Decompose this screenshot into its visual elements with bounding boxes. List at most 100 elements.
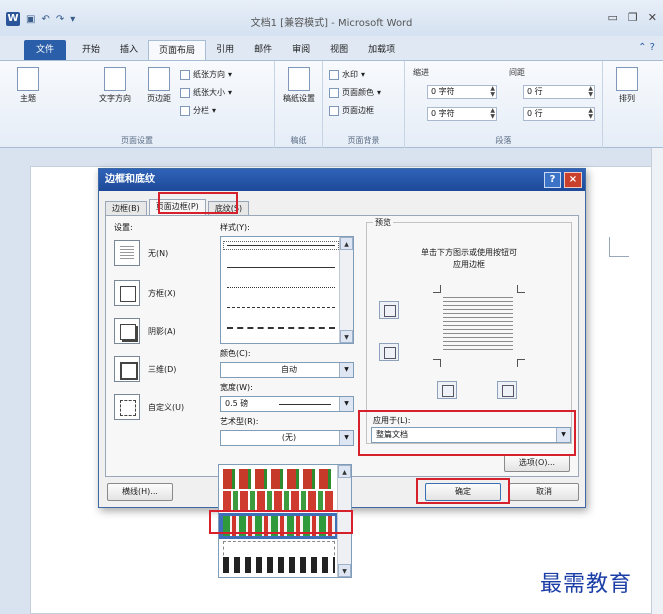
corner-mark — [517, 285, 525, 293]
dialog-close-button[interactable]: × — [564, 172, 582, 188]
restore-icon[interactable]: ❐ — [628, 11, 638, 24]
dialog-help-button[interactable]: ? — [544, 172, 561, 188]
chevron-down-icon: ▼ — [556, 428, 570, 442]
ribbon-help-icon[interactable]: ⌃ ? — [638, 42, 655, 53]
tab-borders[interactable]: 边框(B) — [105, 201, 147, 216]
indent-left-input[interactable]: 0 字符 ▲ ▼ — [427, 85, 497, 99]
art-option-people[interactable] — [223, 557, 335, 573]
page-border-panel: 设置: 无(N) 方框(X) 阴影(A) 三维(D) 自定义(U) 样式(Y): — [105, 215, 579, 477]
left-border-button[interactable] — [437, 381, 457, 399]
close-window-icon[interactable]: ✕ — [648, 11, 657, 24]
tab-mailings[interactable]: 邮件 — [244, 40, 282, 60]
margins-icon — [148, 67, 170, 91]
setting-none[interactable]: 无(N) — [114, 240, 168, 266]
orientation-icon — [180, 69, 190, 80]
corner-mark — [433, 359, 441, 367]
tab-view[interactable]: 视图 — [320, 40, 358, 60]
color-select[interactable]: 自动 ▼ — [220, 362, 354, 378]
group-label: 页面设置 — [121, 136, 153, 145]
art-scrollbar[interactable]: ▲ ▼ — [337, 465, 351, 577]
horizontal-line-button[interactable]: 横线(H)... — [107, 483, 173, 501]
setting-custom[interactable]: 自定义(U) — [114, 394, 184, 420]
orientation-button[interactable]: 纸张方向 ▾ — [180, 69, 232, 80]
art-option-apples[interactable] — [223, 469, 335, 489]
title-bar: W ▣ ↶ ↷ ▾ 文档1 [兼容模式] - Microsoft Word ▭ … — [0, 0, 663, 36]
width-select[interactable]: 0.5 磅 ▼ — [220, 396, 354, 412]
tab-home[interactable]: 开始 — [72, 40, 110, 60]
group-label: 页面背景 — [347, 136, 380, 145]
style-option-dash-dot[interactable] — [227, 327, 335, 329]
spacing-label: 间距 — [509, 68, 525, 77]
vertical-scrollbar[interactable] — [651, 148, 663, 614]
dialog-title-bar: 边框和底纹 ? × — [99, 169, 585, 191]
setting-box[interactable]: 方框(X) — [114, 280, 176, 306]
corner-mark — [517, 359, 525, 367]
top-border-button[interactable] — [379, 301, 399, 319]
borders-shading-dialog: 边框和底纹 ? × 边框(B) 页面边框(P) 底纹(S) 设置: 无(N) 方… — [98, 168, 586, 508]
style-option-dotted[interactable] — [227, 287, 335, 288]
right-border-button[interactable] — [497, 381, 517, 399]
art-select[interactable]: (无) ▼ — [220, 430, 354, 446]
preview-label: 预览 — [373, 217, 393, 228]
scroll-down-icon[interactable]: ▼ — [340, 330, 353, 343]
setting-3d[interactable]: 三维(D) — [114, 356, 176, 382]
minimize-icon[interactable]: ▭ — [608, 11, 618, 24]
page-borders-button[interactable]: 页面边框 — [329, 105, 374, 116]
ok-button[interactable]: 确定 — [425, 483, 501, 501]
style-option-dashed[interactable] — [227, 307, 335, 308]
setting-3d-icon — [114, 356, 140, 382]
tab-shading[interactable]: 底纹(S) — [207, 201, 250, 216]
text-direction-icon — [104, 67, 126, 91]
group-label: 段落 — [495, 136, 512, 145]
tab-addins[interactable]: 加载项 — [358, 40, 405, 60]
art-dropdown-list[interactable]: ▲ ▼ — [218, 464, 352, 578]
spacing-after-input[interactable]: 0 行 ▲ ▼ — [523, 107, 595, 121]
tab-file[interactable]: 文件 — [24, 40, 67, 60]
page-color-button[interactable]: 页面颜色 ▾ — [329, 87, 381, 98]
tab-references[interactable]: 引用 — [206, 40, 244, 60]
setting-none-icon — [114, 240, 140, 266]
options-button[interactable]: 选项(O)... — [504, 454, 570, 472]
settings-label: 设置: — [114, 223, 133, 232]
size-button[interactable]: 纸张大小 ▾ — [180, 87, 232, 98]
page-color-icon — [329, 87, 339, 98]
draft-settings-button[interactable]: 稿纸设置 — [283, 67, 315, 104]
columns-button[interactable]: 分栏 ▾ — [180, 105, 216, 116]
scroll-up-icon[interactable]: ▲ — [338, 465, 351, 478]
tab-page-border[interactable]: 页面边框(P) — [148, 199, 206, 216]
style-option-solid[interactable] — [223, 241, 339, 250]
style-option-solid[interactable] — [227, 267, 335, 268]
watermark-button[interactable]: 水印 ▾ — [329, 69, 365, 80]
cancel-button[interactable]: 取消 — [509, 483, 579, 501]
art-option-flowers[interactable] — [223, 491, 335, 511]
arrange-button[interactable]: 排列 — [611, 67, 643, 104]
color-label: 颜色(C): — [220, 349, 251, 358]
tab-review[interactable]: 审阅 — [282, 40, 320, 60]
text-direction-button[interactable]: 文字方向 — [90, 67, 140, 104]
group-draft: 稿纸设置 稿纸 — [275, 61, 323, 149]
tab-page-layout[interactable]: 页面布局 — [148, 40, 207, 60]
art-option-trees[interactable] — [223, 516, 335, 536]
site-watermark: 最需教育 — [540, 572, 633, 597]
setting-shadow[interactable]: 阴影(A) — [114, 318, 176, 344]
setting-custom-icon — [114, 394, 140, 420]
apply-to-select[interactable]: 整篇文档 ▼ — [371, 427, 571, 443]
window-controls: ▭ ❐ ✕ — [608, 11, 658, 24]
scroll-down-icon[interactable]: ▼ — [338, 564, 351, 577]
preview-box: 预览 单击下方图示或使用按钮可 应用边框 应用于(L): 整篇文档 ▼ — [366, 217, 572, 444]
ribbon-tabs: 文件 开始 插入 页面布局 引用 邮件 审阅 视图 加载项 — [0, 36, 663, 60]
themes-button[interactable]: 主题 — [10, 67, 46, 104]
bottom-border-button[interactable] — [379, 343, 399, 361]
indent-right-input[interactable]: 0 字符 ▲ ▼ — [427, 107, 497, 121]
style-listbox[interactable]: ▲ ▼ — [220, 236, 354, 344]
scroll-up-icon[interactable]: ▲ — [340, 237, 353, 250]
preview-page[interactable] — [433, 285, 525, 367]
margins-button[interactable]: 页边距 — [142, 67, 176, 104]
style-scrollbar[interactable]: ▲ ▼ — [339, 237, 353, 343]
arrange-icon — [616, 67, 638, 91]
spacing-before-input[interactable]: 0 行 ▲ ▼ — [523, 85, 595, 99]
watermark-icon — [329, 69, 339, 80]
apply-to-label: 应用于(L): — [373, 416, 411, 425]
tab-insert[interactable]: 插入 — [110, 40, 148, 60]
width-label: 宽度(W): — [220, 383, 253, 392]
